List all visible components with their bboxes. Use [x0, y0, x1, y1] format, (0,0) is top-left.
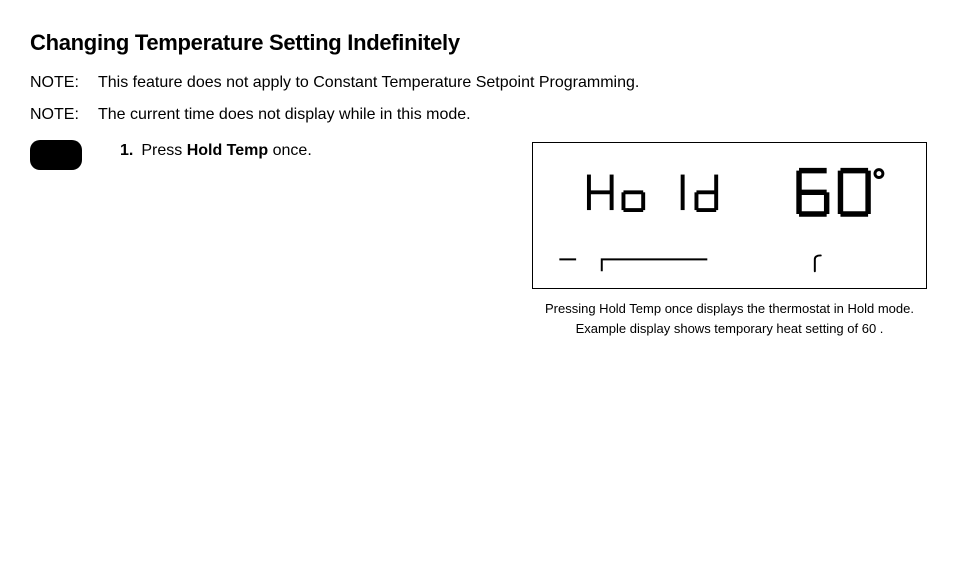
hold-temp-button-icon — [30, 140, 82, 170]
display-caption: Pressing Hold Temp once displays the the… — [532, 299, 927, 338]
caption-line-1: Pressing Hold Temp once displays the the… — [545, 301, 914, 316]
lcd-screen-icon — [533, 143, 926, 288]
note-text: This feature does not apply to Constant … — [98, 74, 924, 92]
note-row-2: NOTE: The current time does not display … — [30, 106, 924, 124]
note-row-1: NOTE: This feature does not apply to Con… — [30, 74, 924, 92]
thermostat-display — [532, 142, 927, 289]
step-number: 1. — [120, 142, 133, 160]
note-text: The current time does not display while … — [98, 106, 924, 124]
step-bold: Hold Temp — [187, 142, 268, 159]
step-text: Press Hold Temp once. — [141, 142, 311, 160]
note-label: NOTE: — [30, 74, 98, 92]
step-prefix: Press — [141, 142, 186, 159]
step-suffix: once. — [268, 142, 312, 159]
page-title: Changing Temperature Setting Indefinitel… — [30, 30, 924, 56]
note-label: NOTE: — [30, 106, 98, 124]
step-1: 1. Press Hold Temp once. — [120, 142, 312, 160]
caption-line-2: Example display shows temporary heat set… — [576, 321, 884, 336]
